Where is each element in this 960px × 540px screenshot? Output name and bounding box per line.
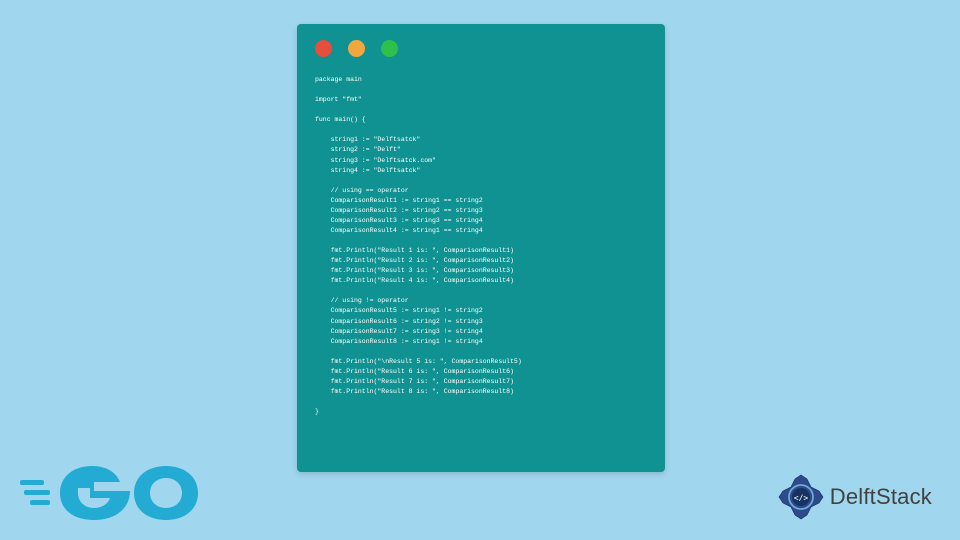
delftstack-icon: </> bbox=[776, 472, 826, 522]
close-icon bbox=[315, 40, 332, 57]
code-window: package main import "fmt" func main() { … bbox=[297, 24, 665, 472]
svg-text:</>: </> bbox=[794, 494, 809, 503]
go-logo bbox=[20, 458, 200, 528]
minimize-icon bbox=[348, 40, 365, 57]
window-controls bbox=[297, 24, 665, 65]
maximize-icon bbox=[381, 40, 398, 57]
code-content: package main import "fmt" func main() { … bbox=[297, 65, 665, 431]
delftstack-logo: </> DelftStack bbox=[776, 472, 932, 522]
delftstack-text: DelftStack bbox=[830, 484, 932, 510]
